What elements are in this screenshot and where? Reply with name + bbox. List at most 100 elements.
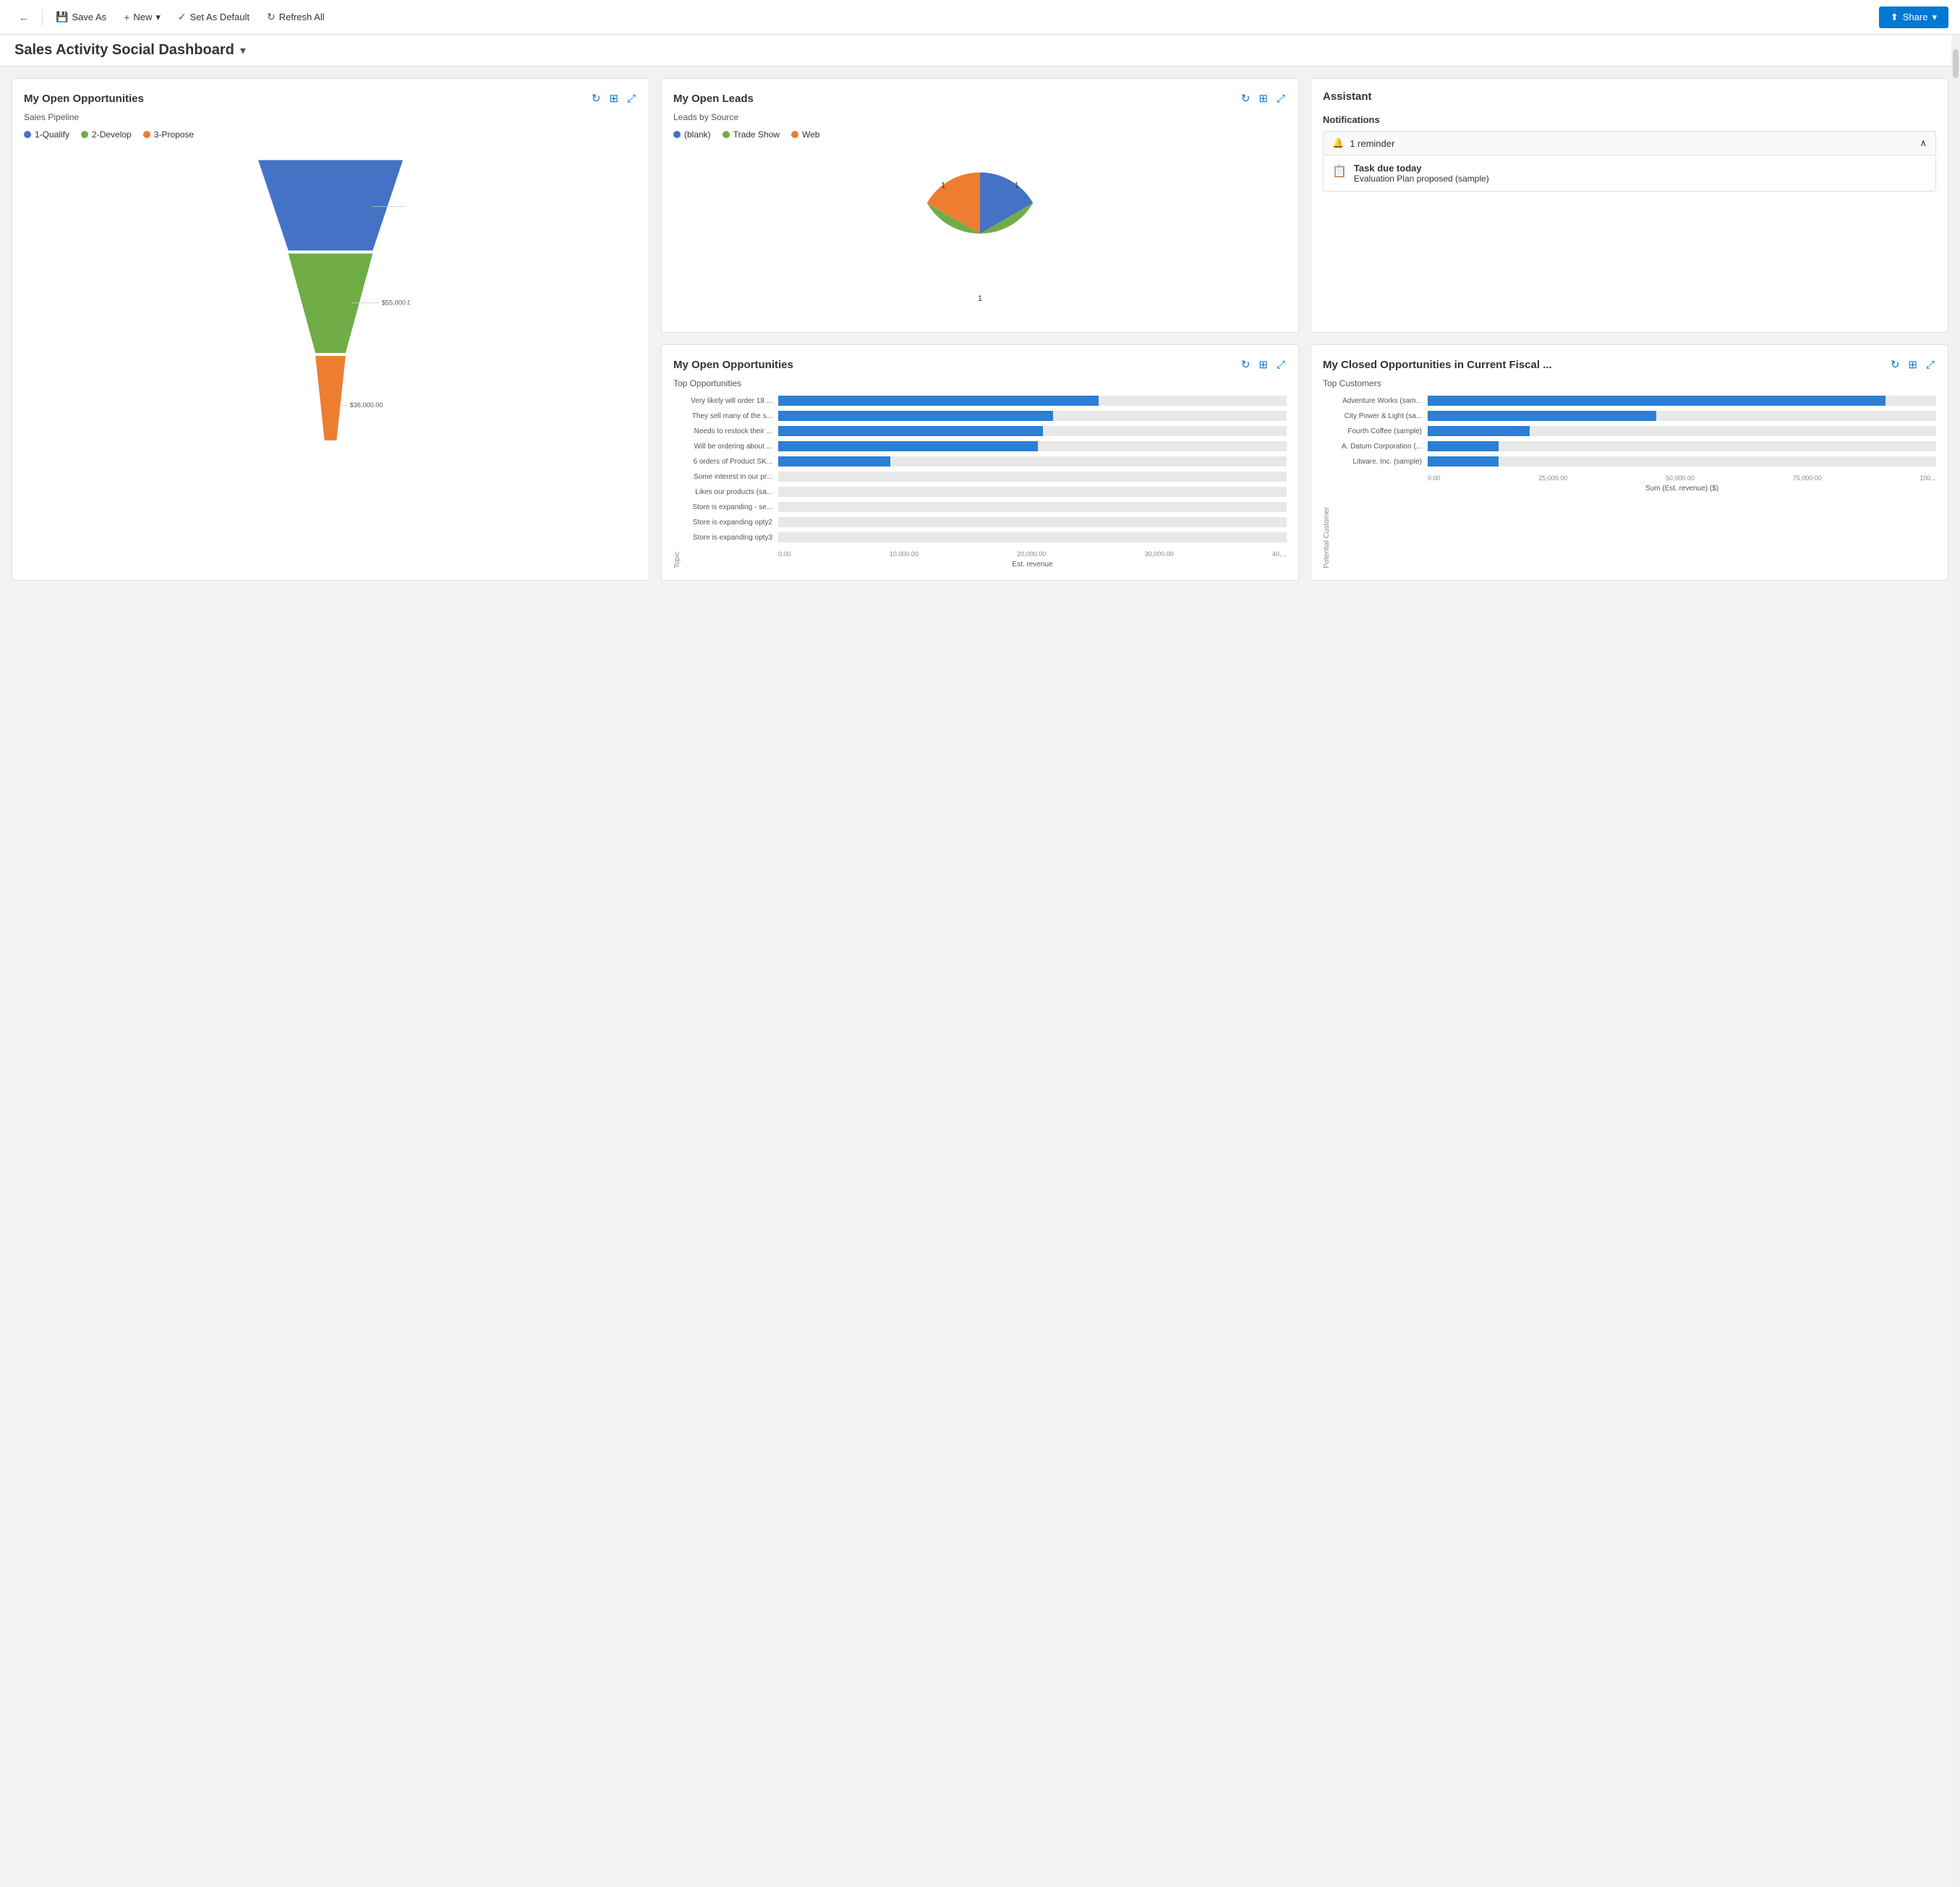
qualify-label: 1-Qualify: [35, 129, 69, 140]
assistant-title: Assistant: [1323, 90, 1372, 103]
closed-row-3: Fourth Coffee (sample): [1334, 426, 1936, 436]
pie-svg: 1 1 1: [893, 154, 1067, 313]
develop-dot: [81, 131, 88, 138]
closed-fill-3: [1428, 426, 1530, 436]
closed-track-2: [1428, 411, 1936, 421]
bar-track-5: [778, 456, 1287, 467]
card-header-opps-bottom: My Open Opportunities ↻ ⊞ ⤢: [673, 357, 1287, 372]
bar-track-8: [778, 502, 1287, 512]
legend-blank: (blank): [673, 129, 711, 140]
closed-label-1: Adventure Works (sam...: [1334, 397, 1428, 405]
set-default-button[interactable]: ✓ Set As Default: [171, 7, 257, 27]
assistant-header: Assistant: [1323, 90, 1936, 103]
page-title-chevron[interactable]: ▾: [240, 43, 246, 58]
card-icons-opp: ↻ ⊞ ⤢: [590, 90, 637, 106]
save-as-button[interactable]: 💾 Save As: [48, 7, 114, 27]
bar-row-2: They sell many of the s...: [684, 411, 1287, 421]
closed-fill-2: [1428, 411, 1656, 421]
opps-chart-area: Topic Very likely will order 18 ... They…: [673, 396, 1287, 568]
opps-xaxis-ticks: 0.00 10,000.00 20,000.00 30,000.00 40,..…: [778, 550, 1287, 558]
closed-refresh-icon[interactable]: ↻: [1889, 357, 1901, 372]
share-chevron: ▾: [1932, 12, 1937, 23]
bar-track-10: [778, 532, 1287, 542]
new-chevron[interactable]: ▾: [155, 12, 161, 23]
bar-label-2: They sell many of the s...: [684, 412, 778, 420]
refresh-button[interactable]: ↻ Refresh All: [260, 7, 332, 27]
opps-data-icon[interactable]: ⊞: [1257, 357, 1269, 372]
bar-track-9: [778, 517, 1287, 527]
bar-fill-5: [778, 456, 890, 467]
closed-opps-title: My Closed Opportunities in Current Fisca…: [1323, 359, 1552, 371]
bar-fill-2: [778, 411, 1053, 421]
bar-row-6: Some interest in our pr...: [684, 472, 1287, 482]
notifications-title: Notifications: [1323, 114, 1936, 125]
refresh-icon: ↻: [267, 11, 276, 23]
bar-fill-1: [778, 396, 1099, 406]
closed-expand-icon[interactable]: ⤢: [1925, 357, 1936, 372]
card-header-closed: My Closed Opportunities in Current Fisca…: [1323, 357, 1936, 372]
bell-icon: 🔔: [1332, 137, 1344, 149]
share-label: Share: [1903, 12, 1928, 22]
leads-refresh-icon[interactable]: ↻: [1240, 90, 1252, 106]
opp-refresh-icon[interactable]: ↻: [590, 90, 602, 106]
set-default-label: Set As Default: [190, 12, 250, 22]
bar-label-1: Very likely will order 18 ...: [684, 397, 778, 405]
opps-bottom-subtitle: Top Opportunities: [673, 378, 1287, 388]
legend-propose: 3-Propose: [143, 129, 194, 140]
opps-yaxis-label: Topic: [673, 396, 681, 568]
bar-row-9: Store is expanding opty2: [684, 517, 1287, 527]
opp-expand-icon[interactable]: ⤢: [626, 90, 637, 106]
bar-fill-4: [778, 441, 1038, 451]
svg-text:1: 1: [1015, 182, 1019, 190]
leads-data-icon[interactable]: ⊞: [1257, 90, 1269, 106]
share-icon: ⬆: [1891, 12, 1899, 23]
closed-chart-main: Adventure Works (sam... City Power & Lig…: [1334, 396, 1936, 568]
bar-track-6: [778, 472, 1287, 482]
blank-dot: [673, 131, 681, 138]
bar-row-5: 6 orders of Product SK...: [684, 456, 1287, 467]
legend-tradeshow: Trade Show: [723, 129, 780, 140]
share-button[interactable]: ⬆ Share ▾: [1879, 7, 1948, 28]
open-opps-bottom-card: My Open Opportunities ↻ ⊞ ⤢ Top Opportun…: [661, 344, 1299, 581]
closed-label-2: City Power & Light (sa...: [1334, 412, 1428, 420]
bar-label-3: Needs to restock their ...: [684, 427, 778, 435]
bar-row-4: Will be ordering about ...: [684, 441, 1287, 451]
reminder-count: 1 reminder: [1350, 138, 1394, 149]
notifications-section: Notifications 🔔 1 reminder ∧ 📋 Task due …: [1323, 114, 1936, 192]
reminder-header[interactable]: 🔔 1 reminder ∧: [1323, 131, 1936, 156]
task-icon: 📋: [1332, 164, 1347, 179]
legend-web: Web: [791, 129, 819, 140]
opp-subtitle: Sales Pipeline: [24, 112, 637, 122]
new-button[interactable]: + New ▾: [116, 7, 168, 27]
card-header-opp: My Open Opportunities ↻ ⊞ ⤢: [24, 90, 637, 106]
web-label: Web: [802, 129, 819, 140]
bar-label-9: Store is expanding opty2: [684, 519, 778, 527]
bar-label-5: 6 orders of Product SK...: [684, 458, 778, 466]
bar-row-8: Store is expanding - se...: [684, 502, 1287, 512]
closed-row-2: City Power & Light (sa...: [1334, 411, 1936, 421]
opps-expand-icon[interactable]: ⤢: [1275, 357, 1287, 372]
opps-bottom-title: My Open Opportunities: [673, 359, 793, 371]
closed-xaxis-ticks: 0.00 25,000.00 50,000.00 75,000.00 100..…: [1428, 474, 1936, 482]
scrollbar[interactable]: [1951, 35, 1960, 1887]
closed-yaxis-label: Potential Customer: [1323, 396, 1331, 568]
open-opportunities-card: My Open Opportunities ↻ ⊞ ⤢ Sales Pipeli…: [12, 78, 649, 581]
back-button[interactable]: ←: [12, 7, 36, 27]
opps-refresh-icon[interactable]: ↻: [1240, 357, 1252, 372]
closed-tick-4: 100...: [1919, 474, 1936, 482]
bar-row-10: Store is expanding opty3: [684, 532, 1287, 542]
save-as-label: Save As: [72, 12, 106, 22]
scrollbar-thumb[interactable]: [1953, 49, 1959, 78]
svg-text:1: 1: [941, 182, 945, 190]
refresh-label: Refresh All: [279, 12, 325, 22]
bar-row-3: Needs to restock their ...: [684, 426, 1287, 436]
blank-label: (blank): [684, 129, 711, 140]
leads-card-title: My Open Leads: [673, 93, 754, 105]
opp-data-icon[interactable]: ⊞: [608, 90, 620, 106]
leads-expand-icon[interactable]: ⤢: [1275, 90, 1287, 106]
closed-data-icon[interactable]: ⊞: [1906, 357, 1919, 372]
bar-row-7: Likes our products (sa...: [684, 487, 1287, 497]
closed-tick-2: 50,000.00: [1666, 474, 1695, 482]
closed-track-4: [1428, 441, 1936, 451]
assistant-card: Assistant Notifications 🔔 1 reminder ∧ 📋…: [1311, 78, 1948, 333]
